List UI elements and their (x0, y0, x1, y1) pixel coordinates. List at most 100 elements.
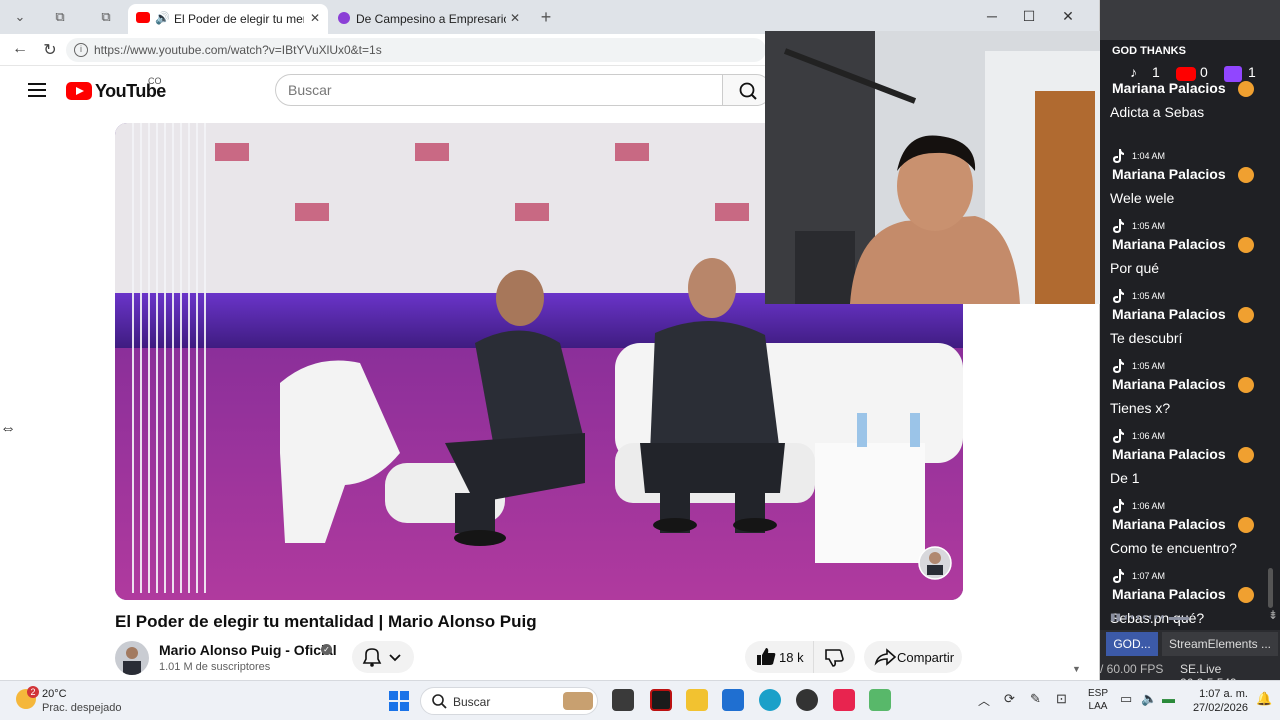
webcam-overlay (765, 31, 1112, 304)
tab-podcast[interactable]: De Campesino a Empresario- cóm ✕ (330, 4, 528, 34)
youtube-favicon-icon (136, 12, 150, 23)
chat-timestamp: 1:05 AM (1132, 221, 1166, 231)
menu-icon[interactable] (28, 83, 46, 97)
keyboard-layout: LAA (1088, 701, 1108, 712)
dock-tab-streamelements[interactable]: StreamElements ... (1162, 632, 1278, 656)
chat-text: Te descubrí (1110, 330, 1183, 346)
tray-chevron-up-icon[interactable]: ︿ (978, 692, 990, 709)
task-view-icon[interactable] (612, 689, 634, 711)
clock[interactable]: 1:07 a. m. 27/02/2026 (1190, 687, 1248, 715)
like-button[interactable]: 18 k (745, 641, 813, 673)
chat-text: De 1 (1110, 470, 1140, 486)
share-button[interactable]: Compartir (864, 641, 962, 673)
minimize-icon[interactable]: ─ (982, 8, 1002, 24)
chat-text: Por qué (1110, 260, 1160, 276)
lion-emoji-icon (1238, 587, 1254, 603)
like-count: 18 k (779, 650, 804, 665)
tab-list-button[interactable]: ⌄ (8, 6, 32, 28)
back-arrow-icon[interactable]: ← (10, 40, 30, 58)
chat-message: 1:04 AM Mariana Palacios Wele wele (1100, 148, 1280, 218)
channel-avatar[interactable] (115, 641, 149, 675)
start-button[interactable] (389, 691, 409, 711)
tiktok-icon (1112, 568, 1126, 584)
obs-icon[interactable] (796, 689, 818, 711)
chat-username: Mariana Palacios (1112, 376, 1226, 392)
lion-emoji-icon (1238, 237, 1254, 253)
podcast-favicon-icon (338, 12, 350, 24)
clock-date: 27/02/2026 (1192, 702, 1248, 714)
fps-readout: / 60.00 FPS (1100, 662, 1164, 676)
battery-icon[interactable]: ▬ (1162, 691, 1175, 706)
search-input[interactable] (288, 82, 688, 98)
workspace-icon[interactable]: ⧉ (48, 6, 72, 28)
search-box (275, 74, 723, 106)
speaker-icon[interactable]: 🔊 (155, 11, 170, 25)
reload-icon[interactable]: ↻ (40, 40, 60, 60)
collections-icon[interactable]: ⧉ (94, 6, 118, 28)
notifications-icon[interactable]: 🔔 (1256, 691, 1272, 707)
address-bar[interactable]: i https://www.youtube.com/watch?v=IBtYVu… (66, 38, 766, 62)
sync-icon[interactable]: ⟳ (1004, 691, 1015, 707)
chat-scroll-icon[interactable]: ⇟ (1268, 608, 1278, 622)
chat-message: 1:05 AM Mariana Palacios Te descubrí (1100, 288, 1280, 358)
dislike-button[interactable] (813, 641, 855, 673)
webcam-feed-image (765, 31, 1112, 304)
chat-message: 1:05 AM Mariana Palacios Tienes x? (1100, 358, 1280, 428)
dock-tab-god[interactable]: GOD... (1106, 632, 1158, 656)
close-window-icon[interactable]: ✕ (1058, 8, 1078, 25)
edge-icon[interactable] (759, 689, 781, 711)
chat-username: Mariana Palacios (1112, 446, 1226, 462)
taskbar-search[interactable]: Buscar (420, 687, 598, 715)
taskbar-search-label: Buscar (453, 695, 491, 709)
chat-timestamp: 1:06 AM (1132, 501, 1166, 511)
close-tab-icon[interactable]: ✕ (510, 11, 520, 25)
youtube-play-icon (66, 82, 92, 100)
volume-icon[interactable]: 🔈 (1141, 691, 1157, 707)
chat-timestamp: 1:07 AM (1132, 571, 1166, 581)
site-info-icon[interactable]: i (74, 43, 88, 57)
chat-message: 1:06 AM Mariana Palacios De 1 (1100, 428, 1280, 498)
chat-text: Adicta a Sebas (1110, 104, 1205, 120)
app-shield-icon[interactable] (650, 689, 672, 711)
bell-icon (362, 648, 382, 667)
temperature[interactable]: 20°C (42, 688, 67, 700)
youtube-logo[interactable]: YouTube CO (66, 76, 166, 104)
emote-row: ▮▮ ◐◐◐◐◐◐◐ ▬▬ (1110, 612, 1189, 623)
input-language[interactable]: ESP LAA (1088, 687, 1108, 713)
tray-app-icon[interactable]: ⊡ (1056, 691, 1067, 707)
lion-emoji-icon (1238, 167, 1254, 183)
channel-name[interactable]: Mario Alonso Puig - Oficial (159, 642, 337, 658)
notifications-button[interactable] (352, 641, 414, 673)
maximize-icon[interactable]: ☐ (1019, 8, 1039, 25)
chat-message: 1:07 AM Mariana Palacios Sebas.pn qué? (1100, 568, 1280, 638)
tab-youtube-video[interactable]: 🔊 El Poder de elegir tu mentalid ✕ (128, 4, 328, 34)
network-icon[interactable]: ▭ (1120, 691, 1132, 707)
pen-icon[interactable]: ✎ (1030, 691, 1041, 707)
subscriber-count: 1.01 M de suscriptores (159, 661, 271, 673)
chat-message: 1:05 AM Mariana Palacios Por qué (1100, 218, 1280, 288)
tiktok-live-icon[interactable] (833, 689, 855, 711)
close-tab-icon[interactable]: ✕ (310, 11, 320, 25)
scroll-down-icon[interactable]: ▼ (1072, 664, 1081, 674)
tab-title: El Poder de elegir tu mentalid (174, 12, 304, 26)
tiktok-icon (1112, 428, 1126, 444)
chat-top-bar (1100, 0, 1280, 40)
search-highlight-icon (563, 692, 593, 710)
chat-username: Mariana Palacios (1112, 516, 1226, 532)
url-text: https://www.youtube.com/watch?v=IBtYVuXl… (94, 43, 382, 57)
chat-scrollbar[interactable] (1268, 568, 1273, 608)
chat-timestamp: 1:04 AM (1132, 151, 1166, 161)
windows-logo-icon (389, 691, 398, 700)
chat-username: Mariana Palacios (1112, 306, 1226, 322)
store-icon[interactable] (722, 689, 744, 711)
share-icon (874, 648, 897, 666)
new-tab-button[interactable]: + (534, 6, 558, 28)
search-icon (432, 694, 447, 709)
weather-description[interactable]: Prac. despejado (42, 702, 122, 714)
lion-emoji-icon (1238, 447, 1254, 463)
verified-check-icon: ✓ (321, 644, 332, 655)
chat-app-icon[interactable] (869, 689, 891, 711)
chat-message: 1:06 AM Mariana Palacios Como te encuentro… (1100, 498, 1280, 568)
language-code: ESP (1088, 688, 1109, 699)
file-explorer-icon[interactable] (686, 689, 708, 711)
